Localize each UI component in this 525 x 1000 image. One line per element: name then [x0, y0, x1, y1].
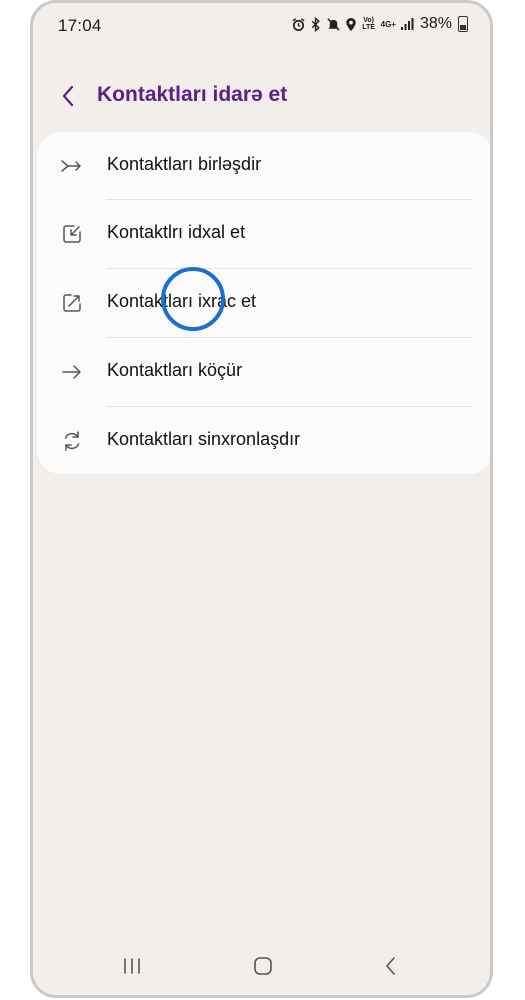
volte-icon: Vo) LTE [362, 17, 375, 31]
mute-icon [326, 17, 341, 32]
battery-percent: 38% [419, 15, 452, 32]
home-icon [254, 957, 272, 975]
status-icons: Vo) LTE 4G+ 38% [291, 15, 468, 33]
nav-back-button[interactable] [376, 951, 406, 981]
navigation-bar [33, 939, 490, 995]
sync-icon [59, 428, 85, 454]
back-chevron-icon [62, 85, 74, 107]
battery-icon [458, 16, 468, 32]
app-header: Kontaktları idarə et [33, 75, 490, 119]
export-icon [59, 290, 85, 316]
back-button[interactable] [53, 81, 83, 111]
menu-item-label: Kontaktları köçür [107, 360, 243, 380]
recents-icon [124, 958, 140, 974]
back-icon [386, 957, 395, 975]
merge-icon [59, 153, 85, 179]
menu-item-merge-contacts[interactable]: Kontaktları birləşdir [37, 132, 490, 201]
menu-card: Kontaktları birləşdir Kontaktlrı idxal e… [37, 132, 490, 476]
menu-item-label: Kontaktları ixrac et [107, 291, 257, 311]
menu-item-import-contacts[interactable]: Kontaktlrı idxal et [37, 200, 490, 269]
menu-item-move-contacts[interactable]: Kontaktları köçür [37, 338, 490, 407]
phone-frame: 17:04 Vo) LTE 4G+ 38% Kontaktları idarə … [30, 0, 493, 998]
menu-item-export-contacts[interactable]: Kontaktları ixrac et [37, 269, 490, 338]
home-button[interactable] [248, 951, 278, 981]
arrow-right-icon [59, 359, 85, 385]
bluetooth-icon [310, 16, 322, 32]
import-icon [59, 221, 85, 247]
alarm-icon [291, 17, 306, 32]
signal-icon [400, 17, 414, 31]
menu-item-label: Kontaktları sinxronlaşdır [107, 429, 301, 449]
menu-item-label: Kontaktları birləşdir [107, 154, 262, 174]
status-bar: 17:04 Vo) LTE 4G+ 38% [33, 3, 490, 49]
network-4g-icon: 4G+ [380, 19, 396, 29]
menu-item-label: Kontaktlrı idxal et [107, 222, 246, 242]
location-icon [345, 17, 357, 32]
page-title: Kontaktları idarə et [97, 83, 288, 106]
menu-item-sync-contacts[interactable]: Kontaktları sinxronlaşdır [37, 407, 490, 476]
status-time: 17:04 [58, 16, 102, 35]
recents-button[interactable] [117, 951, 147, 981]
